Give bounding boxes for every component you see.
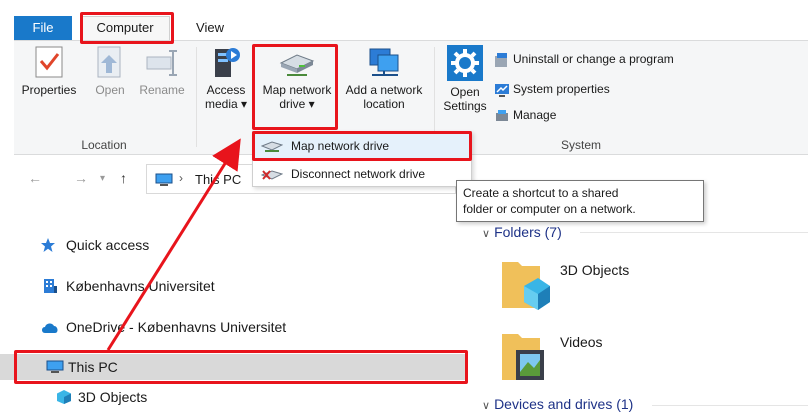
star-icon [41,238,55,252]
nav-item-label: Københavns Universitet [66,278,215,294]
network-drive-icon [261,141,283,152]
map-network-drive-label-2: drive ▾ [279,97,315,111]
menu-item-label: Map network drive [291,139,390,153]
tooltip-line-1: Create a shortcut to a shared [463,186,619,200]
system-properties-button[interactable]: System properties [494,79,610,99]
manage-button[interactable]: Manage [494,105,556,125]
back-arrow-icon[interactable]: ← [28,170,42,186]
folder-label: Videos [560,334,603,350]
this-pc-icon [46,360,64,373]
open-label: Open [95,83,125,97]
folders-section-header[interactable]: ∨ Folders (7) [482,224,562,240]
network-drive-icon [279,54,315,76]
rename-icon [146,50,177,76]
uninstall-program-button[interactable]: Uninstall or change a program [494,49,674,69]
menu-item-map-network-drive[interactable]: Map network drive [253,134,471,158]
address-path: This PC [195,172,242,187]
nav-item-label: 3D Objects [78,389,148,405]
section-divider [652,405,808,406]
open-settings-label-2: Settings [443,99,487,113]
properties-button[interactable]: Properties [18,45,80,97]
system-properties-icon [495,83,509,97]
add-network-location-button[interactable]: Add a network location [340,45,428,111]
rename-button[interactable]: Rename [136,45,188,97]
manage-label: Manage [513,108,557,122]
folder-item-videos[interactable]: Videos [500,328,660,388]
tab-computer[interactable]: Computer [80,16,170,40]
folders-section-label: Folders (7) [494,224,562,240]
forward-arrow-icon[interactable]: → [74,170,88,186]
map-network-drive-button[interactable]: Map network drive ▾ [256,45,338,111]
group-divider [196,47,197,147]
folder-item-3d-objects[interactable]: 3D Objects [500,256,660,316]
section-divider [580,232,808,233]
nav-item-label: Quick access [66,237,150,253]
properties-label: Properties [21,83,77,97]
add-network-location-label-1: Add a network [345,83,423,97]
open-button[interactable]: Open [88,45,132,97]
nav-item-label: This PC [68,359,118,375]
menu-item-label: Disconnect network drive [291,167,426,181]
access-media-button[interactable]: Access media ▾ [198,45,254,111]
folder-videos-icon [502,334,544,380]
devices-section-header[interactable]: ∨ Devices and drives (1) [482,396,633,412]
nav-item-3d-objects[interactable]: 3D Objects [0,384,466,410]
cloud-icon [42,323,58,333]
rename-label: Rename [139,83,185,97]
cube-3d-icon [57,390,71,404]
tooltip-line-2: folder or computer on a network. [463,202,636,216]
nav-item-label: OneDrive - Københavns Universitet [66,319,287,335]
menu-item-disconnect-network-drive[interactable]: Disconnect network drive [253,162,471,186]
chevron-down-icon: ∨ [482,228,491,240]
nav-item-this-pc[interactable]: This PC [0,354,466,380]
disconnect-drive-icon [261,170,283,180]
devices-section-label: Devices and drives (1) [494,396,634,412]
folder-label: 3D Objects [560,262,630,278]
up-arrow-icon[interactable]: ↑ [120,170,127,186]
access-media-label-2: media ▾ [204,97,248,111]
uninstall-program-label: Uninstall or change a program [513,52,674,66]
map-network-drive-label-1: Map network [262,83,332,97]
map-network-drive-menu: Map network drive Disconnect network dri… [252,131,472,187]
settings-gear-icon [447,45,483,81]
building-icon [44,279,57,293]
access-media-label-1: Access [206,83,246,97]
location-group: Properties Open Rename Location [14,41,194,156]
folder-3d-objects-icon [502,262,550,310]
this-pc-icon [155,173,173,186]
network-location-icon [369,48,399,76]
system-group-label: System [560,138,601,152]
nav-item-quick-access[interactable]: Quick access [0,232,466,258]
nav-item-onedrive[interactable]: OneDrive - Københavns Universitet [0,314,466,340]
uninstall-icon [495,52,507,67]
open-icon [97,46,121,78]
ribbon-tab-bar: File Computer View [0,0,808,40]
recent-locations-chevron-icon[interactable]: ▾ [100,173,105,184]
manage-icon [496,109,508,121]
path-separator-icon: › [179,171,183,185]
open-settings-label-1: Open [450,85,480,99]
map-drive-tooltip: Create a shortcut to a shared folder or … [456,180,704,222]
nav-item-kobenhavns-universitet[interactable]: Københavns Universitet [0,273,466,299]
system-properties-label: System properties [513,82,610,96]
add-network-location-label-2: location [363,97,405,111]
tab-file[interactable]: File [14,16,72,40]
media-server-icon [215,48,240,77]
chevron-down-icon: ∨ [482,400,491,412]
location-group-label: Location [81,138,127,152]
open-settings-button[interactable]: Open Settings [438,45,492,113]
tab-view[interactable]: View [186,16,234,40]
system-group: Open Settings Uninstall or change a prog… [436,41,726,156]
properties-icon [35,46,63,78]
